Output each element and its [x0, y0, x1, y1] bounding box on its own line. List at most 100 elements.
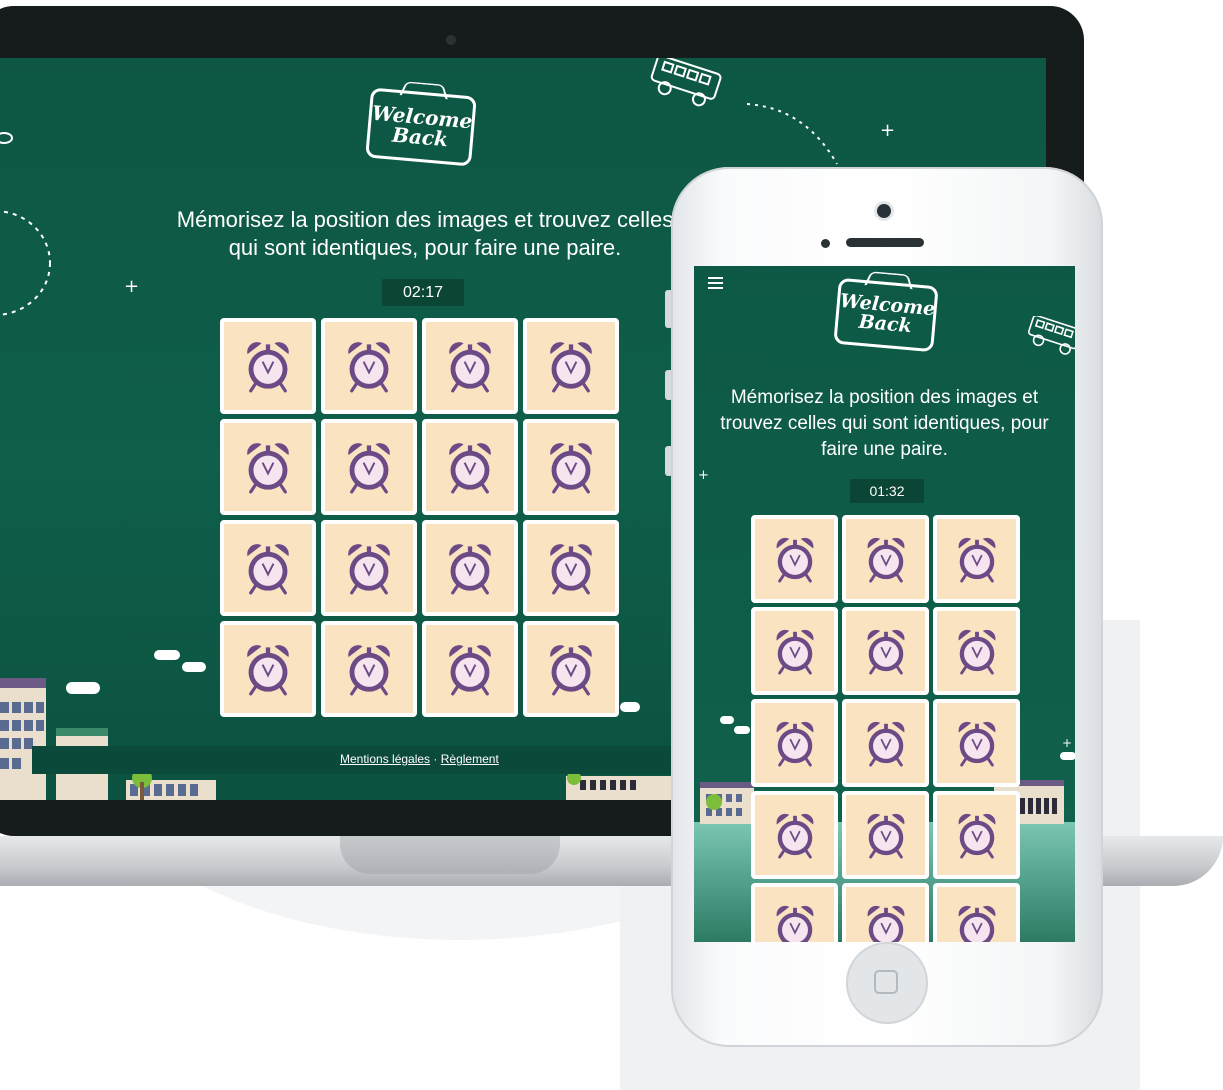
memory-card[interactable]	[523, 621, 619, 717]
memory-card[interactable]	[321, 419, 417, 515]
instruction-line-1: Mémorisez la position des images et trou…	[176, 207, 674, 232]
memory-card[interactable]	[321, 520, 417, 616]
cloud-decoration	[154, 650, 180, 660]
home-button-icon	[874, 970, 898, 994]
alarm-clock-icon	[771, 811, 819, 859]
game-timer: 01:32	[850, 479, 924, 503]
instruction-line-3: faire une paire.	[821, 439, 948, 460]
memory-card[interactable]	[842, 883, 929, 942]
alarm-clock-icon	[342, 541, 396, 595]
alarm-clock-icon	[544, 440, 598, 494]
alarm-clock-icon	[342, 440, 396, 494]
dashed-circle-decoration	[0, 210, 51, 316]
alarm-clock-icon	[342, 339, 396, 393]
memory-card[interactable]	[220, 419, 316, 515]
phone-speaker	[846, 238, 924, 247]
dashed-path-decoration	[746, 103, 838, 165]
phone-home-button[interactable]	[846, 942, 928, 1024]
phone-camera	[877, 204, 891, 218]
plus-decoration: +	[698, 468, 709, 483]
phone-sensor	[821, 239, 830, 248]
cloud-decoration	[1060, 752, 1075, 760]
memory-card[interactable]	[842, 699, 929, 787]
memory-card[interactable]	[220, 318, 316, 414]
memory-card[interactable]	[842, 791, 929, 879]
alarm-clock-icon	[862, 903, 910, 942]
alarm-clock-icon	[953, 719, 1001, 767]
memory-card[interactable]	[321, 621, 417, 717]
cloud-decoration	[182, 662, 206, 672]
memory-card[interactable]	[933, 607, 1020, 695]
alarm-clock-icon	[443, 642, 497, 696]
memory-card[interactable]	[523, 520, 619, 616]
memory-card[interactable]	[842, 607, 929, 695]
memory-card[interactable]	[422, 318, 518, 414]
alarm-clock-icon	[544, 642, 598, 696]
alarm-clock-icon	[771, 535, 819, 583]
welcome-back-logo: Welcome Back	[833, 277, 939, 353]
phone-screen: Welcome Back Mémorisez la position des i…	[694, 266, 1075, 942]
alarm-clock-icon	[953, 535, 1001, 583]
memory-card[interactable]	[933, 515, 1020, 603]
alarm-clock-icon	[443, 541, 497, 595]
plus-decoration: +	[124, 276, 140, 297]
doodle-icon	[0, 132, 13, 144]
reglement-link[interactable]: Règlement	[441, 752, 499, 766]
alarm-clock-icon	[544, 339, 598, 393]
instruction-text: Mémorisez la position des images et trou…	[140, 206, 710, 262]
alarm-clock-icon	[953, 903, 1001, 942]
alarm-clock-icon	[771, 627, 819, 675]
alarm-clock-icon	[771, 719, 819, 767]
instruction-line-2: trouvez celles qui sont identiques, pour	[720, 413, 1049, 434]
plus-decoration: +	[1062, 736, 1073, 750]
memory-card[interactable]	[523, 318, 619, 414]
laptop-camera	[446, 35, 456, 45]
memory-card[interactable]	[751, 883, 838, 942]
alarm-clock-icon	[862, 811, 910, 859]
alarm-clock-icon	[771, 903, 819, 942]
alarm-clock-icon	[953, 627, 1001, 675]
memory-card[interactable]	[321, 318, 417, 414]
alarm-clock-icon	[953, 811, 1001, 859]
alarm-clock-icon	[443, 440, 497, 494]
school-bus-icon	[1028, 316, 1075, 355]
footer-separator: ·	[433, 752, 438, 766]
instruction-text: Mémorisez la position des images et trou…	[694, 385, 1075, 463]
memory-card[interactable]	[933, 699, 1020, 787]
memory-card[interactable]	[751, 607, 838, 695]
memory-card[interactable]	[422, 520, 518, 616]
city-buildings-illustration	[0, 678, 216, 800]
memory-card[interactable]	[220, 520, 316, 616]
cloud-decoration	[734, 726, 750, 734]
game-timer: 02:17	[382, 279, 464, 306]
alarm-clock-icon	[241, 642, 295, 696]
memory-card[interactable]	[842, 515, 929, 603]
alarm-clock-icon	[443, 339, 497, 393]
mentions-legales-link[interactable]: Mentions légales	[340, 752, 430, 766]
alarm-clock-icon	[241, 339, 295, 393]
memory-card[interactable]	[751, 699, 838, 787]
memory-card-grid	[751, 515, 1020, 942]
memory-card[interactable]	[220, 621, 316, 717]
memory-card-grid	[220, 318, 619, 717]
instruction-line-1: Mémorisez la position des images et	[730, 387, 1039, 408]
alarm-clock-icon	[862, 719, 910, 767]
hamburger-menu-icon[interactable]	[708, 277, 723, 289]
alarm-clock-icon	[862, 627, 910, 675]
memory-card[interactable]	[422, 419, 518, 515]
plus-decoration: +	[880, 120, 896, 141]
school-bus-icon	[650, 58, 722, 107]
memory-card[interactable]	[751, 791, 838, 879]
welcome-back-logo: Welcome Back	[365, 87, 477, 167]
footer-links: Mentions légales · Règlement	[340, 752, 499, 766]
cloud-decoration	[720, 716, 734, 724]
memory-card[interactable]	[933, 883, 1020, 942]
memory-card[interactable]	[933, 791, 1020, 879]
alarm-clock-icon	[241, 541, 295, 595]
memory-card[interactable]	[422, 621, 518, 717]
alarm-clock-icon	[241, 440, 295, 494]
memory-card[interactable]	[523, 419, 619, 515]
alarm-clock-icon	[862, 535, 910, 583]
memory-card[interactable]	[751, 515, 838, 603]
alarm-clock-icon	[544, 541, 598, 595]
